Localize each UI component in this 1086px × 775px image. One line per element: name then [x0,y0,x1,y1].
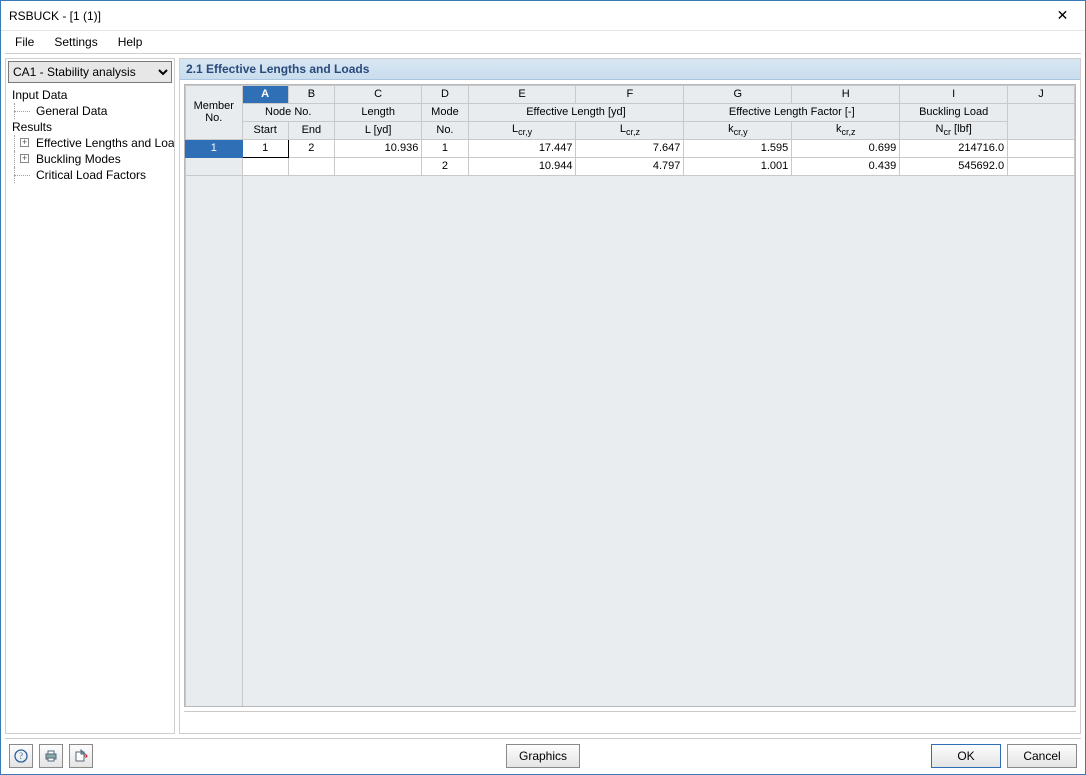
cell-kcrz[interactable]: 0.699 [792,139,900,157]
header-sub-row: Start End L [yd] No. Lcr,y Lcr,z kcr,y k… [186,121,1075,139]
cell-mode[interactable]: 1 [422,139,468,157]
cell-kcry[interactable]: 1.001 [684,157,792,175]
header-length: Length [334,103,421,121]
close-icon[interactable]: ✕ [1040,1,1085,31]
cancel-button[interactable]: Cancel [1007,744,1077,768]
col-G[interactable]: G [684,85,792,103]
cell-J[interactable] [1008,157,1075,175]
col-C[interactable]: C [334,85,421,103]
col-E[interactable]: E [468,85,576,103]
header-mode: Mode [422,103,468,121]
row-member-no: 1 [186,139,243,157]
header-eff-factor: Effective Length Factor [-] [684,103,900,121]
grid-scroll[interactable]: MemberNo. A B C D E F G H I J Node [185,85,1075,706]
plus-icon[interactable]: + [20,154,29,163]
cell-start[interactable] [242,157,288,175]
header-group-row: Node No. Length Mode Effective Length [y… [186,103,1075,121]
panel-heading: 2.1 Effective Lengths and Loads [180,59,1080,80]
plus-icon[interactable]: + [20,138,29,147]
header-eff-length: Effective Length [yd] [468,103,684,121]
header-L: L [yd] [334,121,421,139]
help-icon: ? [14,749,28,763]
left-panel: CA1 - Stability analysis Input Data Gene… [5,58,175,734]
results-grid: MemberNo. A B C D E F G H I J Node [184,84,1076,707]
nav-tree: Input Data General Data Results + Effect… [6,85,174,733]
header-end: End [288,121,334,139]
printer-icon [44,749,58,763]
col-H[interactable]: H [792,85,900,103]
export-button[interactable] [69,744,93,768]
svg-text:?: ? [19,751,23,761]
cell-L[interactable] [334,157,421,175]
tree-input-data[interactable]: Input Data [6,87,174,103]
content-area: CA1 - Stability analysis Input Data Gene… [5,53,1081,739]
bottom-bar: ? Graphics OK Cancel [1,739,1085,774]
header-mode-no: No. [422,121,468,139]
window-title: RSBUCK - [1 (1)] [9,9,101,23]
cell-lcry[interactable]: 17.447 [468,139,576,157]
header-lcry: Lcr,y [468,121,576,139]
cell-J[interactable] [1008,139,1075,157]
table-row[interactable]: 1 1 2 10.936 1 17.447 7.647 1.595 0.699 … [186,139,1075,157]
header-lcrz: Lcr,z [576,121,684,139]
header-buckling-load: Buckling Load [900,103,1008,121]
ok-button[interactable]: OK [931,744,1001,768]
header-start: Start [242,121,288,139]
menu-file[interactable]: File [7,33,42,51]
header-ncr: Ncr [lbf] [900,121,1008,139]
cell-kcry[interactable]: 1.595 [684,139,792,157]
col-F[interactable]: F [576,85,684,103]
col-D[interactable]: D [422,85,468,103]
menu-settings[interactable]: Settings [46,33,105,51]
cell-L[interactable]: 10.936 [334,139,421,157]
header-kcry: kcr,y [684,121,792,139]
title-bar: RSBUCK - [1 (1)] ✕ [1,1,1085,31]
header-member-no: MemberNo. [186,85,243,139]
col-J[interactable]: J [1008,85,1075,103]
tree-results[interactable]: Results [6,119,174,135]
column-letter-row: MemberNo. A B C D E F G H I J [186,85,1075,103]
col-B[interactable]: B [288,85,334,103]
header-kcrz: kcr,z [792,121,900,139]
cell-lcry[interactable]: 10.944 [468,157,576,175]
cell-lcrz[interactable]: 4.797 [576,157,684,175]
tree-critical-load-factors[interactable]: Critical Load Factors [6,167,174,183]
col-A[interactable]: A [242,85,288,103]
row-member-no [186,157,243,175]
tree-effective-lengths[interactable]: + Effective Lengths and Loads [6,135,174,151]
cell-start[interactable]: 1 [242,139,288,157]
help-button[interactable]: ? [9,744,33,768]
graphics-button[interactable]: Graphics [506,744,580,768]
header-node-no: Node No. [242,103,334,121]
export-icon [74,749,88,763]
menu-help[interactable]: Help [110,33,151,51]
grid-footer [184,711,1076,729]
tree-buckling-modes[interactable]: + Buckling Modes [6,151,174,167]
table-row[interactable]: 2 10.944 4.797 1.001 0.439 545692.0 [186,157,1075,175]
col-I[interactable]: I [900,85,1008,103]
right-panel: 2.1 Effective Lengths and Loads [179,58,1081,734]
cell-ncr[interactable]: 545692.0 [900,157,1008,175]
header-J [1008,103,1075,139]
cell-mode[interactable]: 2 [422,157,468,175]
table-row-empty [186,175,1075,706]
cell-lcrz[interactable]: 7.647 [576,139,684,157]
case-selector[interactable]: CA1 - Stability analysis [8,61,172,83]
menu-bar: File Settings Help [1,31,1085,53]
cell-kcrz[interactable]: 0.439 [792,157,900,175]
print-button[interactable] [39,744,63,768]
tree-general-data[interactable]: General Data [6,103,174,119]
cell-end[interactable]: 2 [288,139,334,157]
cell-ncr[interactable]: 214716.0 [900,139,1008,157]
cell-end[interactable] [288,157,334,175]
